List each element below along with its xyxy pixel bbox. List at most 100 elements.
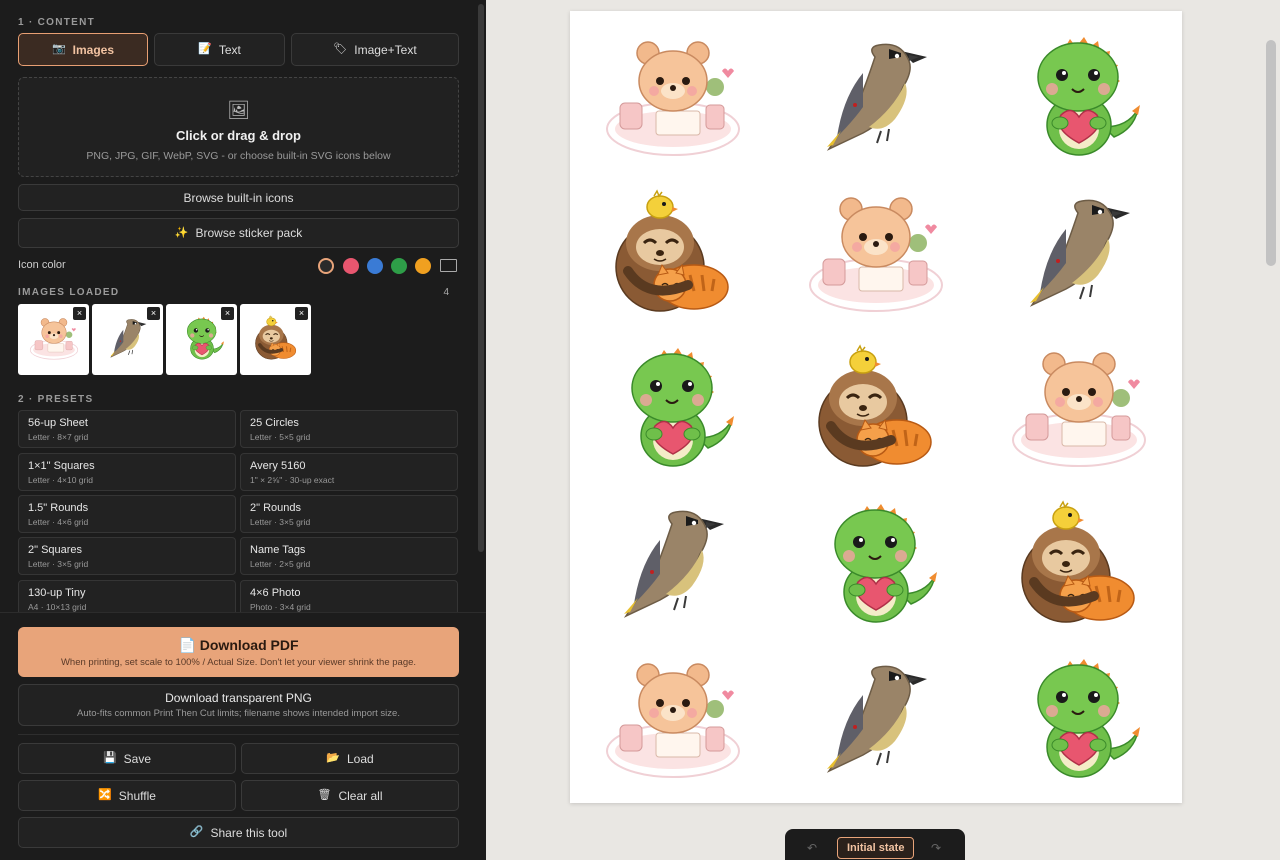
preset-desc: Letter · 2×5 grid <box>250 559 311 569</box>
content-section-heading: 1 · CONTENT <box>18 17 96 28</box>
tab-text-label: Text <box>218 42 241 57</box>
preview-area[interactable]: ↶ Initial state ↷ <box>486 0 1280 860</box>
bird-sticker[interactable] <box>598 498 748 628</box>
download-pdf-note: When printing, set scale to 100% / Actua… <box>60 657 417 668</box>
thumbnail-sloth[interactable]: × <box>240 304 311 375</box>
bird-sticker[interactable] <box>1004 187 1154 317</box>
preset-name: 56-up Sheet <box>28 417 88 429</box>
preset-desc: Letter · 4×10 grid <box>28 475 93 485</box>
tag-icon: 🏷 <box>333 43 348 55</box>
tab-image-text[interactable]: 🏷 Image+Text <box>291 33 459 66</box>
tab-images[interactable]: 📷 Images <box>18 33 148 66</box>
divider <box>18 734 459 735</box>
document-icon: 📝 <box>198 43 212 55</box>
browse-icons-label: Browse built-in icons <box>183 190 294 205</box>
bear-sticker[interactable] <box>598 31 748 161</box>
shuffle-button[interactable]: 🔀 Shuffle <box>18 780 236 811</box>
preset-2-squares[interactable]: 2" Squares Letter · 3×5 grid <box>18 537 236 575</box>
remove-image-button[interactable]: × <box>73 307 86 320</box>
thumbnail-bear[interactable]: × <box>18 304 89 375</box>
preset-130-up-tiny[interactable]: 130-up Tiny A4 · 10×13 grid <box>18 580 236 612</box>
bear-sticker[interactable] <box>1004 342 1154 472</box>
sloth-sticker-icon <box>598 187 748 317</box>
bird-sticker-icon <box>1004 187 1154 317</box>
dropzone-subtitle: PNG, JPG, GIF, WebP, SVG - or choose bui… <box>86 150 391 162</box>
tab-images-label: Images <box>72 42 115 57</box>
download-png-label: Download transparent PNG <box>165 691 312 705</box>
preset-name: 2" Squares <box>28 544 83 556</box>
thumbnail-dino[interactable]: × <box>166 304 237 375</box>
preset-25-circles[interactable]: 25 Circles Letter · 5×5 grid <box>240 410 458 448</box>
upload-dropzone[interactable]: 🖼 Click or drag & drop PNG, JPG, GIF, We… <box>18 77 459 177</box>
clear-all-label: Clear all <box>338 788 383 803</box>
redo-button[interactable]: ↷ <box>931 841 941 855</box>
preset-name: 2" Rounds <box>250 502 301 514</box>
color-swatch-pink[interactable] <box>343 258 359 274</box>
dino-sticker[interactable] <box>801 498 951 628</box>
sloth-sticker-icon <box>1004 498 1154 628</box>
dino-sticker-icon <box>598 342 748 472</box>
presets-section-heading: 2 · PRESETS <box>18 394 94 405</box>
preset-4x6-photo[interactable]: 4×6 Photo Photo · 3×4 grid <box>240 580 458 612</box>
preset-desc: A4 · 10×13 grid <box>28 602 87 612</box>
sidebar-scroll-area[interactable]: 1 · CONTENT 📷 Images 📝 Text 🏷 Image+Text… <box>0 0 476 612</box>
download-pdf-button[interactable]: 📄 Download PDF When printing, set scale … <box>18 627 459 677</box>
pdf-icon: 📄 <box>178 637 196 653</box>
color-swatch-green[interactable] <box>391 258 407 274</box>
browse-stickers-button[interactable]: ✨ Browse sticker pack <box>18 218 459 248</box>
remove-image-button[interactable]: × <box>295 307 308 320</box>
preset-desc: Letter · 3×5 grid <box>28 559 89 569</box>
bird-sticker[interactable] <box>801 653 951 783</box>
dino-sticker[interactable] <box>598 342 748 472</box>
save-button[interactable]: 💾 Save <box>18 743 236 774</box>
clear-all-button[interactable]: 🗑 Clear all <box>241 780 459 811</box>
download-png-button[interactable]: Download transparent PNG Auto-fits commo… <box>18 684 459 726</box>
tab-text[interactable]: 📝 Text <box>154 33 285 66</box>
color-swatch-dark[interactable] <box>318 258 334 274</box>
bear-sticker-icon <box>598 31 748 161</box>
bear-sticker-icon <box>1004 342 1154 472</box>
preview-scrollbar[interactable] <box>1266 40 1276 266</box>
color-swatch-blue[interactable] <box>367 258 383 274</box>
preset-1x1-squares[interactable]: 1×1" Squares Letter · 4×10 grid <box>18 453 236 491</box>
bear-sticker[interactable] <box>801 187 951 317</box>
remove-image-button[interactable]: × <box>221 307 234 320</box>
sidebar-actions: 📄 Download PDF When printing, set scale … <box>0 612 486 860</box>
preset-name: 1×1" Squares <box>28 460 95 472</box>
preset-avery-5160[interactable]: Avery 5160 1" × 2⅝" · 30-up exact <box>240 453 458 491</box>
bird-sticker-icon <box>801 31 951 161</box>
dino-sticker[interactable] <box>1004 653 1154 783</box>
shuffle-label: Shuffle <box>118 788 156 803</box>
share-tool-button[interactable]: 🔗 Share this tool <box>18 817 459 848</box>
dropzone-title: Click or drag & drop <box>176 128 301 143</box>
browse-icons-button[interactable]: Browse built-in icons <box>18 184 459 211</box>
sloth-sticker[interactable] <box>801 342 951 472</box>
preset-1-5-rounds[interactable]: 1.5" Rounds Letter · 4×6 grid <box>18 495 236 533</box>
color-swatch-orange[interactable] <box>415 258 431 274</box>
thumbnail-waxwing[interactable]: × <box>92 304 163 375</box>
history-state[interactable]: Initial state <box>837 837 915 859</box>
load-button[interactable]: 📂 Load <box>241 743 459 774</box>
color-swatch-none[interactable] <box>440 259 457 272</box>
save-label: Save <box>123 751 152 766</box>
sloth-sticker[interactable] <box>1004 498 1154 628</box>
sidebar-scrollbar[interactable] <box>478 4 484 552</box>
bird-sticker[interactable] <box>801 31 951 161</box>
download-png-note: Auto-fits common Print Then Cut limits; … <box>77 708 400 719</box>
trash-icon: 🗑 <box>317 789 332 801</box>
dino-sticker[interactable] <box>1004 31 1154 161</box>
bird-sticker-icon <box>801 653 951 783</box>
preset-name-tags[interactable]: Name Tags Letter · 2×5 grid <box>240 537 458 575</box>
sloth-sticker[interactable] <box>598 187 748 317</box>
undo-button[interactable]: ↶ <box>807 841 817 855</box>
icon-color-label: Icon color <box>18 259 66 271</box>
preset-2-rounds[interactable]: 2" Rounds Letter · 3×5 grid <box>240 495 458 533</box>
load-label: Load <box>347 751 374 766</box>
bear-sticker[interactable] <box>598 653 748 783</box>
camera-icon: 📷 <box>51 43 66 55</box>
bird-sticker-icon <box>598 498 748 628</box>
preset-56-up[interactable]: 56-up Sheet Letter · 8×7 grid <box>18 410 236 448</box>
images-loaded-count: 4 <box>443 287 449 298</box>
images-loaded-heading: IMAGES LOADED <box>18 287 120 298</box>
remove-image-button[interactable]: × <box>147 307 160 320</box>
